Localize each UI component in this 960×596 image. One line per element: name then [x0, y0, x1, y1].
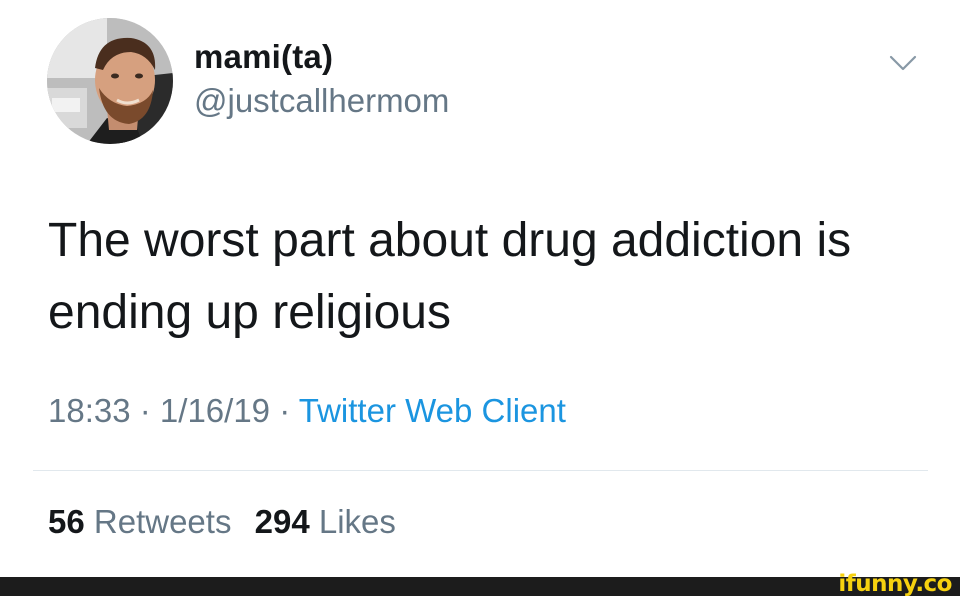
- tweet-stats: 56 Retweets 294 Likes: [48, 503, 396, 541]
- watermark-bar: [0, 577, 960, 596]
- divider: [33, 470, 928, 471]
- likes-count: 294: [254, 503, 310, 540]
- meta-separator: ·: [130, 392, 160, 429]
- tweet-text: The worst part about drug addiction is e…: [48, 205, 928, 349]
- avatar[interactable]: [47, 18, 173, 144]
- user-handle[interactable]: @justcallhermom: [194, 82, 449, 120]
- tweet-card: mami(ta) @justcallhermom The worst part …: [0, 0, 960, 596]
- watermark-logo: ifunny.co: [838, 571, 952, 596]
- tweet-date[interactable]: 1/16/19: [160, 392, 270, 429]
- chevron-down-icon: [889, 55, 917, 71]
- likes-stat[interactable]: 294 Likes: [255, 503, 396, 540]
- retweets-count: 56: [48, 503, 85, 540]
- avatar-photo: [47, 18, 173, 144]
- tweet-client-link[interactable]: Twitter Web Client: [299, 392, 566, 429]
- tweet-metadata: 18:33 · 1/16/19 · Twitter Web Client: [48, 392, 566, 430]
- retweets-stat[interactable]: 56 Retweets: [48, 503, 231, 540]
- retweets-label: Retweets: [93, 503, 232, 540]
- tweet-menu-button[interactable]: [886, 52, 920, 74]
- meta-separator: ·: [270, 392, 299, 429]
- tweet-time[interactable]: 18:33: [48, 392, 131, 429]
- tweet-text-line-1: The worst part about drug addiction is: [48, 214, 852, 267]
- tweet-text-line-2: ending up religious: [48, 286, 451, 339]
- display-name[interactable]: mami(ta): [194, 38, 333, 76]
- likes-label: Likes: [318, 503, 396, 540]
